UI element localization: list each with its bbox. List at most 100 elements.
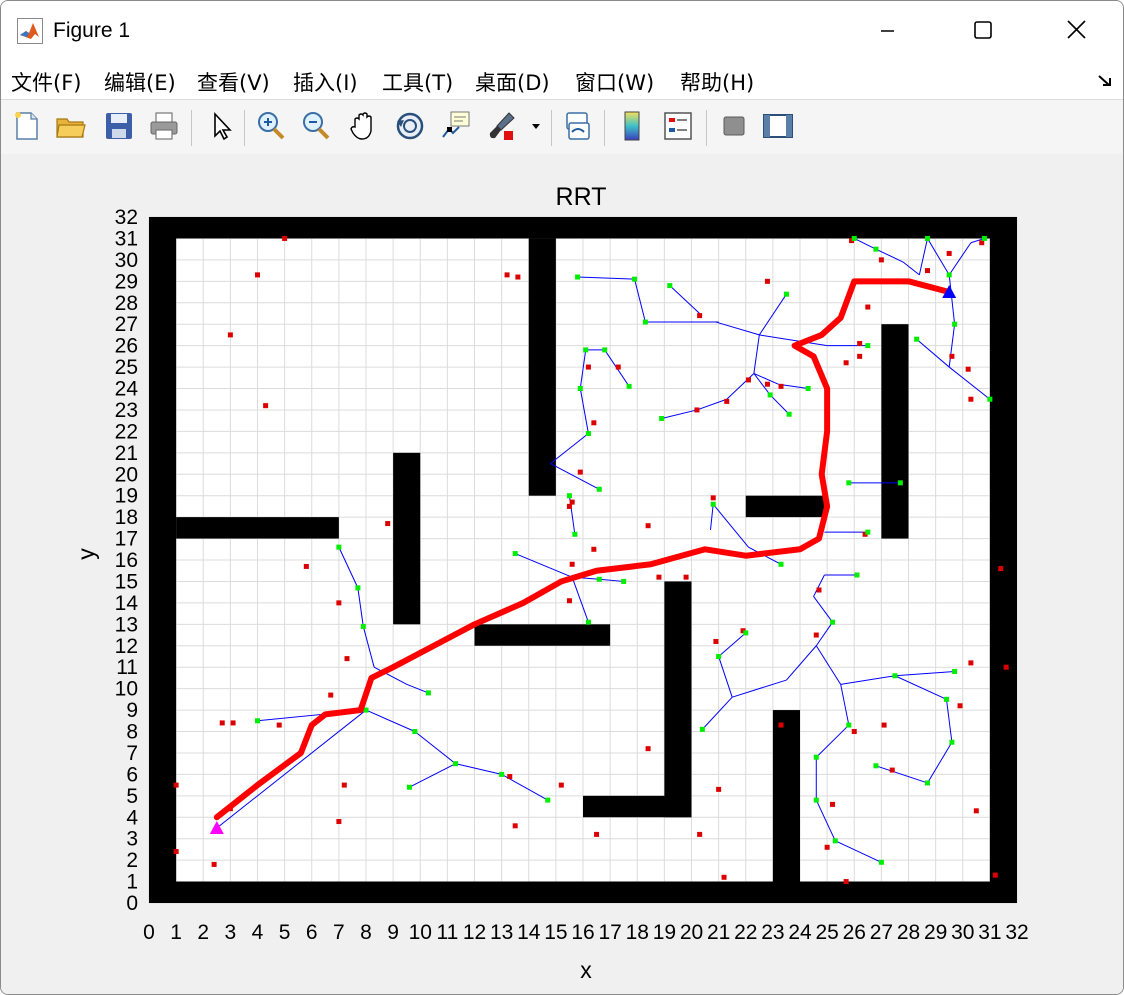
- print-icon[interactable]: [147, 109, 181, 143]
- brush-dropdown-icon[interactable]: [526, 109, 546, 143]
- toolbar: [1, 99, 1123, 155]
- x-tick-label: 9: [387, 921, 399, 944]
- sample-point: [764, 381, 770, 387]
- x-tick-labels: 0 1 2 3 4 5 6 7 8 9 10 11 12 13 14 15 16 17 18 19 20 21 22 23 24…: [143, 921, 1029, 944]
- legend-icon[interactable]: [661, 109, 695, 143]
- title-bar[interactable]: Figure 1: [1, 1, 1123, 61]
- sample-point: [946, 250, 952, 256]
- sample-point: [282, 235, 288, 241]
- sample-point: [924, 268, 930, 274]
- zoom-in-icon[interactable]: [254, 109, 288, 143]
- sample-point: [230, 720, 236, 726]
- y-tick-label: 26: [115, 335, 138, 358]
- menu-desktop[interactable]: 桌面(D): [475, 67, 550, 97]
- sample-point: [694, 407, 700, 413]
- open-file-icon[interactable]: [54, 109, 88, 143]
- y-tick-label: 9: [126, 699, 138, 722]
- colorbar-icon[interactable]: [615, 109, 649, 143]
- x-tick-label: 17: [598, 921, 621, 944]
- menu-file[interactable]: 文件(F): [11, 67, 81, 97]
- y-tick-label: 2: [126, 849, 138, 872]
- tree-node: [952, 668, 958, 674]
- tree-node: [336, 544, 342, 550]
- toolbar-separator: [191, 110, 192, 146]
- y-tick-label: 20: [115, 463, 138, 486]
- tree-node: [813, 754, 819, 760]
- menu-window[interactable]: 窗口(W): [575, 67, 654, 97]
- pan-hand-icon[interactable]: [347, 109, 381, 143]
- sample-point: [504, 272, 510, 278]
- y-tick-label: 11: [116, 656, 138, 679]
- tree-node: [786, 411, 792, 417]
- menu-edit[interactable]: 编辑(E): [104, 67, 176, 97]
- show-plot-tools-icon[interactable]: [761, 109, 795, 143]
- x-tick-label: 14: [517, 921, 541, 944]
- sample-point: [591, 546, 597, 552]
- sample-point: [577, 469, 583, 475]
- link-plot-icon[interactable]: [561, 109, 595, 143]
- sample-point: [656, 574, 662, 580]
- close-icon[interactable]: [1053, 9, 1099, 53]
- tree-node: [865, 343, 871, 349]
- x-tick-label: 10: [409, 921, 432, 944]
- sample-point: [336, 600, 342, 606]
- toolbar-separator: [244, 110, 245, 146]
- tree-node: [642, 319, 648, 325]
- obstacle-block: [528, 238, 556, 496]
- tree-node: [924, 235, 930, 241]
- x-tick-label: 27: [870, 921, 893, 944]
- brush-icon[interactable]: [485, 109, 519, 143]
- sample-point: [998, 566, 1004, 572]
- tree-node: [778, 561, 784, 567]
- obstacle-block: [176, 517, 339, 539]
- menu-insert[interactable]: 插入(I): [293, 67, 358, 97]
- sample-point: [778, 383, 784, 389]
- x-tick-label: 30: [951, 921, 974, 944]
- tree-node: [851, 235, 857, 241]
- new-figure-icon[interactable]: [10, 109, 44, 143]
- y-tick-label: 12: [115, 635, 138, 658]
- tree-node: [783, 291, 789, 297]
- hide-plot-tools-icon[interactable]: [717, 109, 751, 143]
- sample-point: [341, 782, 347, 788]
- tree-node: [566, 493, 572, 499]
- minimize-icon[interactable]: [864, 9, 910, 53]
- sample-point: [591, 420, 597, 426]
- data-cursor-icon[interactable]: [439, 109, 473, 143]
- matlab-logo-icon: [17, 18, 43, 44]
- tree-node: [255, 718, 260, 724]
- x-tick-label: 25: [815, 921, 838, 944]
- tree-node: [360, 623, 366, 629]
- sample-point: [515, 274, 521, 280]
- dock-arrow-icon[interactable]: [1097, 73, 1113, 89]
- y-tick-label: 15: [115, 570, 138, 593]
- menu-tools[interactable]: 工具(T): [382, 67, 453, 97]
- sample-point: [645, 523, 651, 529]
- tree-node: [716, 653, 722, 659]
- tree-node: [545, 797, 551, 803]
- sample-point: [857, 353, 863, 359]
- y-tick-label: 22: [115, 420, 138, 443]
- y-tick-label: 3: [126, 828, 138, 851]
- y-tick-label: 23: [115, 399, 138, 422]
- menu-view[interactable]: 查看(V): [197, 67, 270, 97]
- y-tick-label: 29: [115, 270, 138, 293]
- tree-node: [865, 529, 871, 535]
- toolbar-separator: [604, 110, 605, 146]
- tree-node: [805, 386, 811, 391]
- tree-node: [767, 392, 773, 398]
- tree-node: [453, 761, 459, 767]
- window-title: Figure 1: [53, 19, 131, 42]
- chart-title: RRT: [556, 183, 607, 211]
- save-icon[interactable]: [102, 109, 136, 143]
- pointer-icon[interactable]: [204, 109, 238, 143]
- x-tick-label: 20: [680, 921, 703, 944]
- sample-point: [851, 729, 857, 734]
- menu-help[interactable]: 帮助(H): [680, 67, 754, 97]
- x-tick-label: 3: [225, 921, 237, 944]
- maximize-icon[interactable]: [959, 9, 1005, 53]
- rrt-plot[interactable]: 0 1 2 3 4 5 6 7 8 9 10 11 12 13 14 15 16 17 18 19 20 21 22 23 24…: [1, 154, 1123, 994]
- sample-point: [992, 872, 998, 878]
- rotate-3d-icon[interactable]: [393, 109, 427, 143]
- zoom-out-icon[interactable]: [299, 109, 333, 143]
